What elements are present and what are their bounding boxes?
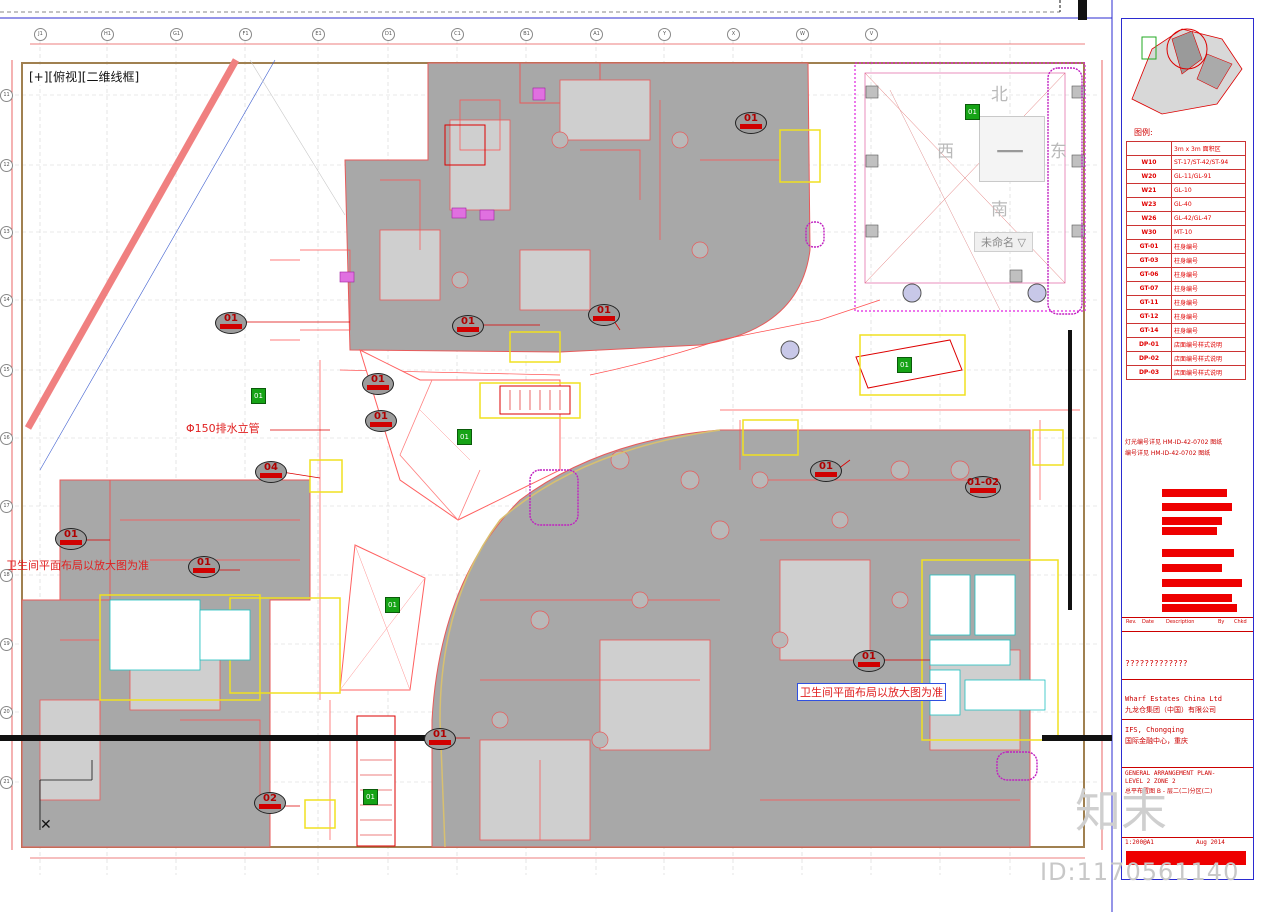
company-name-en: Wharf Estates China Ltd [1125, 695, 1222, 703]
floor-plan: ✕ [+][俯视][二维线框] 北 西 东 南 一 未命名 ▽ Φ150排水立管… [0, 0, 1113, 912]
detail-tag: 01 [452, 315, 484, 337]
legend-row: GT-11 柱身编号 [1126, 295, 1246, 310]
grid-axis-bubble: 12 [0, 159, 13, 172]
grid-axis-bubble: 18 [0, 569, 13, 582]
grid-axis-bubble: J1 [34, 28, 47, 41]
watermark-id: ID:1170561140 [1040, 858, 1240, 886]
watermark-brand: 知末 [1075, 784, 1167, 838]
compass-east: 东 [1050, 142, 1067, 162]
view-cube[interactable]: 一 [979, 116, 1045, 182]
legend-row: GT-14 柱身编号 [1126, 323, 1246, 338]
detail-tag: 01 [188, 556, 220, 578]
drawing-date: Aug 2014 [1196, 839, 1225, 846]
legend-row: GT-07 柱身编号 [1126, 281, 1246, 296]
ref-note: 灯光编号详见 HM-ID-42-0702 图纸 [1125, 439, 1223, 446]
grid-axis-bubble: F1 [239, 28, 252, 41]
company-name-cn: 九龙仓集团（中国）有限公司 [1125, 706, 1216, 714]
legend-row: DP-01 店面编号样式说明 [1126, 337, 1246, 352]
grid-axis-bubble: 21 [0, 776, 13, 789]
toilet-note-left: 卫生间平面布局以放大图为准 [6, 559, 149, 572]
detail-tag: 01 [365, 410, 397, 432]
project-name-cn: 国际金融中心，重庆 [1125, 737, 1188, 745]
legend-row: W21 GL-10 [1126, 183, 1246, 198]
compass-north: 北 [991, 85, 1008, 105]
grid-axis-bubble: A1 [590, 28, 603, 41]
legend-title: 图例: [1134, 128, 1153, 137]
legend-row: W23 GL-40 [1126, 197, 1246, 212]
legend-row: W10 ST-17/ST-42/ST-94 [1126, 155, 1246, 170]
grid-axis-bubble: 15 [0, 364, 13, 377]
legend-row: GT-01 柱身编号 [1126, 239, 1246, 254]
detail-tag: 01 [810, 460, 842, 482]
grid-axis-bubble: 14 [0, 294, 13, 307]
drain-pipe-note: Φ150排水立管 [186, 422, 260, 435]
grid-axis-bubble: 20 [0, 706, 13, 719]
detail-tag: 01 [853, 650, 885, 672]
detail-tag: 04 [255, 461, 287, 483]
detail-tag: 01 [55, 528, 87, 550]
detail-tag: 01 [362, 373, 394, 395]
grid-axis-bubble: 16 [0, 432, 13, 445]
detail-tag: 01 [735, 112, 767, 134]
grid-axis-bubble: G1 [170, 28, 183, 41]
grid-axis-bubble: V [865, 28, 878, 41]
detail-tag: 01 [424, 728, 456, 750]
view-cube-face: 一 [996, 136, 1025, 169]
viewport-label[interactable]: [+][俯视][二维线框] [27, 68, 142, 85]
legend-row: W26 GL-42/GL-47 [1126, 211, 1246, 226]
grid-axis-bubble: B1 [520, 28, 533, 41]
legend-row: GT-06 柱身编号 [1126, 267, 1246, 282]
section-line-left [0, 735, 440, 741]
grid-axis-bubble: 11 [0, 89, 13, 102]
grid-axis-bubble: Y [658, 28, 671, 41]
grid-axis-bubble: E1 [312, 28, 325, 41]
legend-row: W20 GL-11/GL-91 [1126, 169, 1246, 184]
key-plan [1131, 28, 1243, 115]
grid-axis-bubble: C1 [451, 28, 464, 41]
detail-tag: 02 [254, 792, 286, 814]
black-edge-mark [1078, 0, 1087, 20]
svg-text:✕: ✕ [40, 817, 52, 833]
legend-table: 3m x 3m 面积区 W10 ST-17/ST-42/ST-94 W20 GL-1… [1126, 141, 1246, 380]
grid-axis-bubble: 17 [0, 500, 13, 513]
ref-note: 编号详见 HM-ID-42-0702 图纸 [1125, 450, 1211, 457]
grid-axis-bubble: 19 [0, 638, 13, 651]
material-tag: 01 [965, 104, 980, 120]
compass-west: 西 [937, 142, 954, 162]
grid-axis-bubble: X [727, 28, 740, 41]
detail-tag: 01 [588, 304, 620, 326]
legend-row: W30 MT-10 [1126, 225, 1246, 240]
company-logo: ????????????? [1125, 659, 1188, 668]
detail-tag: 01-02 [965, 476, 1001, 498]
toilet-note-right: 卫生间平面布局以放大图为准 [797, 683, 946, 701]
material-tag: 01 [897, 357, 912, 373]
grid-axis-bubble: 13 [0, 226, 13, 239]
material-tag: 01 [251, 388, 266, 404]
grid-axis-bubble: H1 [101, 28, 114, 41]
compass-south: 南 [991, 200, 1008, 220]
project-name-en: IFS, Chongqing [1125, 726, 1185, 734]
toilet-layout-left [109, 599, 251, 671]
material-tag: 01 [363, 789, 378, 805]
material-tag: 01 [385, 597, 400, 613]
legend-row: GT-03 柱身编号 [1126, 253, 1246, 268]
grid-axis-bubble: W [796, 28, 809, 41]
legend-row: DP-03 店面编号样式说明 [1126, 365, 1246, 380]
title-block: 图例: 3m x 3m 面积区 W10 ST-17/ST-42/ST-94 W20… [1121, 18, 1254, 880]
ucs-named-dropdown[interactable]: 未命名 ▽ [974, 232, 1033, 252]
legend-row: GT-12 柱身编号 [1126, 309, 1246, 324]
material-tag: 01 [457, 429, 472, 445]
grid-axis-bubble: D1 [382, 28, 395, 41]
detail-tag: 01 [215, 312, 247, 334]
legend-row: DP-02 店面编号样式说明 [1126, 351, 1246, 366]
